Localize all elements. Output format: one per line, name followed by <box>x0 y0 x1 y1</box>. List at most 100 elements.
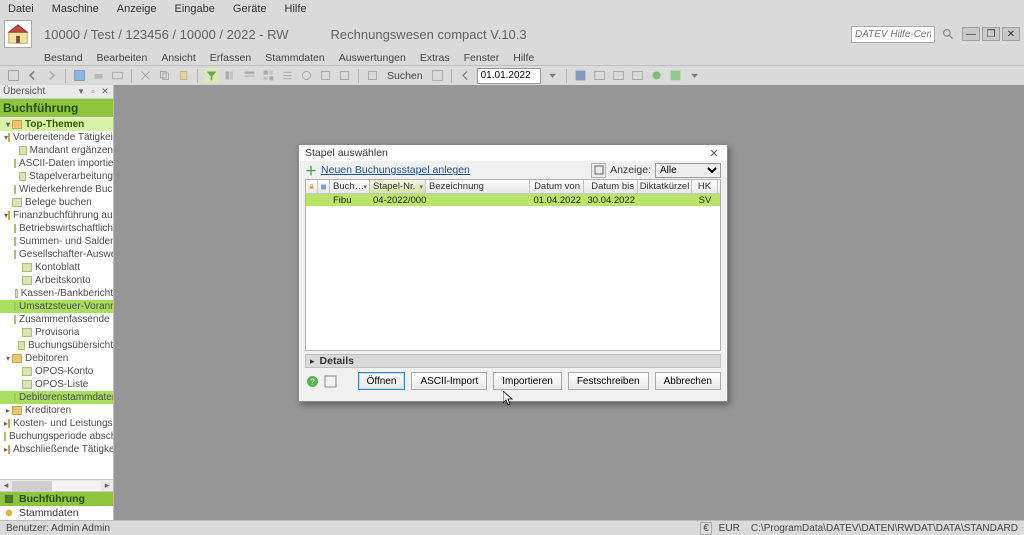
sidebar-hscrollbar[interactable]: ◂ ▸ <box>0 479 113 491</box>
menu-maschine[interactable]: Maschine <box>50 3 101 15</box>
filter-icon[interactable] <box>204 68 219 83</box>
tree-item[interactable]: Provisoria <box>0 326 113 339</box>
tree-item[interactable]: Betriebswirtschaftliche Aus… <box>0 222 113 235</box>
forward-icon[interactable] <box>44 68 59 83</box>
sidenav-stammdaten[interactable]: Stammdaten <box>0 506 113 520</box>
tree-item[interactable]: ASCII-Daten importieren <box>0 157 113 170</box>
tree-item[interactable]: ▸Abschließende Tätigkeiten <box>0 443 113 456</box>
app-menubar[interactable]: Bestand Bearbeiten Ansicht Erfassen Stam… <box>0 51 1024 65</box>
ascii-import-button[interactable]: ASCII-Import <box>411 372 487 390</box>
panel-pin-icon[interactable]: ▫ <box>88 86 98 97</box>
tree-item[interactable]: ▾Top-Themen <box>0 118 113 131</box>
submenu-extras[interactable]: Extras <box>420 52 450 64</box>
toolbar-icon[interactable] <box>299 68 314 83</box>
toolbar-icon[interactable] <box>668 68 683 83</box>
toolbar-icon[interactable] <box>592 68 607 83</box>
menu-anzeige[interactable]: Anzeige <box>115 3 159 15</box>
vm-menubar[interactable]: Datei Maschine Anzeige Eingabe Geräte Hi… <box>0 0 1024 17</box>
tree-item[interactable]: OPOS-Liste <box>0 378 113 391</box>
tree-item[interactable]: Buchungsübersicht <box>0 339 113 352</box>
tree-item[interactable]: ▸Kreditoren <box>0 404 113 417</box>
submenu-erfassen[interactable]: Erfassen <box>210 52 251 64</box>
col-bezeichnung[interactable]: Bezeichnung <box>426 180 530 193</box>
submenu-fenster[interactable]: Fenster <box>464 52 500 64</box>
scroll-left-icon[interactable]: ◂ <box>0 480 12 491</box>
tree-item[interactable]: Wiederkehrende Buchunge… <box>0 183 113 196</box>
help-icon[interactable]: ? <box>305 374 319 388</box>
window-restore-icon[interactable]: ❐ <box>982 27 1000 41</box>
menu-geraete[interactable]: Geräte <box>231 3 269 15</box>
dialog-titlebar[interactable]: Stapel auswählen ✕ <box>299 145 727 161</box>
toolbar-icon[interactable] <box>261 68 276 83</box>
tree-item[interactable]: Mandant ergänzen <box>0 144 113 157</box>
tree-item[interactable]: ▾Finanzbuchführung auswerten <box>0 209 113 222</box>
toolbar-icon[interactable] <box>223 68 238 83</box>
toolbar-icon[interactable] <box>611 68 626 83</box>
search-icon[interactable] <box>941 27 956 42</box>
import-button[interactable]: Importieren <box>493 372 562 390</box>
scroll-track[interactable] <box>12 481 101 491</box>
tree-item[interactable]: Kassen-/Bankbericht <box>0 287 113 300</box>
col-datum-von[interactable]: Datum von <box>530 180 584 193</box>
back-icon[interactable] <box>25 68 40 83</box>
tree-twisty-icon[interactable]: ▾ <box>4 354 12 363</box>
new-stapel-link[interactable]: Neuen Buchungsstapel anlegen <box>321 164 470 176</box>
cut-icon[interactable] <box>138 68 153 83</box>
tree-item[interactable]: ▸Kosten- und Leistungsrechnung <box>0 417 113 430</box>
copy-icon[interactable] <box>157 68 172 83</box>
toolbar-icon[interactable] <box>337 68 352 83</box>
tree-item[interactable]: OPOS-Konto <box>0 365 113 378</box>
scroll-right-icon[interactable]: ▸ <box>101 480 113 491</box>
stapel-grid[interactable]: Buch…▾ Stapel-Nr.▾ Bezeichnung Datum von… <box>305 179 721 351</box>
menu-hilfe[interactable]: Hilfe <box>283 3 309 15</box>
col-status-icon[interactable] <box>318 180 330 193</box>
toolbar-icon[interactable] <box>630 68 645 83</box>
toolbar-icon[interactable] <box>573 68 588 83</box>
refresh-icon[interactable] <box>649 68 664 83</box>
grid-row[interactable]: Fibu 04-2022/0001 01.04.2022 30.04.2022 … <box>306 194 720 206</box>
details-expander[interactable]: ▸ Details <box>305 354 721 368</box>
panel-close-icon[interactable]: ✕ <box>100 86 110 97</box>
submenu-bestand[interactable]: Bestand <box>44 52 83 64</box>
tree-item[interactable]: Zusammenfassende Meldung <box>0 313 113 326</box>
menu-eingabe[interactable]: Eingabe <box>173 3 217 15</box>
grid-header[interactable]: Buch…▾ Stapel-Nr.▾ Bezeichnung Datum von… <box>306 180 720 194</box>
tree-item[interactable]: Gesellschafter-Auswertung <box>0 248 113 261</box>
dialog-close-icon[interactable]: ✕ <box>707 147 721 160</box>
sidenav-buchfuehrung[interactable]: Buchführung <box>0 492 113 506</box>
toolbar-icon[interactable] <box>430 68 445 83</box>
paste-icon[interactable] <box>176 68 191 83</box>
toolbar-icon[interactable] <box>365 68 380 83</box>
prev-icon[interactable] <box>458 68 473 83</box>
tree-item[interactable]: Stapelverarbeitung <box>0 170 113 183</box>
toolbar-icon[interactable] <box>318 68 333 83</box>
tree-twisty-icon[interactable]: ▾ <box>4 120 12 129</box>
info-icon[interactable] <box>323 374 337 388</box>
col-diktat[interactable]: Diktatkürzel <box>638 180 692 193</box>
tree-item[interactable]: ▾Debitoren <box>0 352 113 365</box>
tree-twisty-icon[interactable]: ▸ <box>4 406 12 415</box>
col-buch[interactable]: Buch…▾ <box>330 180 370 193</box>
anzeige-select[interactable]: Alle <box>655 163 721 178</box>
dropdown-icon[interactable] <box>545 68 560 83</box>
window-close-icon[interactable]: ✕ <box>1002 27 1020 41</box>
menu-datei[interactable]: Datei <box>6 3 36 15</box>
toolbar-icon[interactable] <box>242 68 257 83</box>
open-button[interactable]: Öffnen <box>358 372 406 390</box>
plus-icon[interactable]: ＋ <box>305 162 317 179</box>
col-lock-icon[interactable] <box>306 180 318 193</box>
print-icon[interactable] <box>91 68 106 83</box>
tree-item[interactable]: Summen- und Saldenliste <box>0 235 113 248</box>
submenu-stammdaten[interactable]: Stammdaten <box>265 52 325 64</box>
nav-tree[interactable]: ▾Top-Themen▾Vorbereitende TätigkeitenMan… <box>0 117 113 479</box>
save-icon[interactable] <box>72 68 87 83</box>
dropdown-icon[interactable] <box>687 68 702 83</box>
festschreiben-button[interactable]: Festschreiben <box>568 372 649 390</box>
tree-item[interactable]: Buchungsperiode abschließen <box>0 430 113 443</box>
col-datum-bis[interactable]: Datum bis <box>584 180 638 193</box>
toolbar-icon[interactable] <box>6 68 21 83</box>
submenu-ansicht[interactable]: Ansicht <box>161 52 195 64</box>
submenu-bearbeiten[interactable]: Bearbeiten <box>97 52 148 64</box>
tree-item[interactable]: Debitorenstammdaten <box>0 391 113 404</box>
toolbar-icon[interactable] <box>110 68 125 83</box>
